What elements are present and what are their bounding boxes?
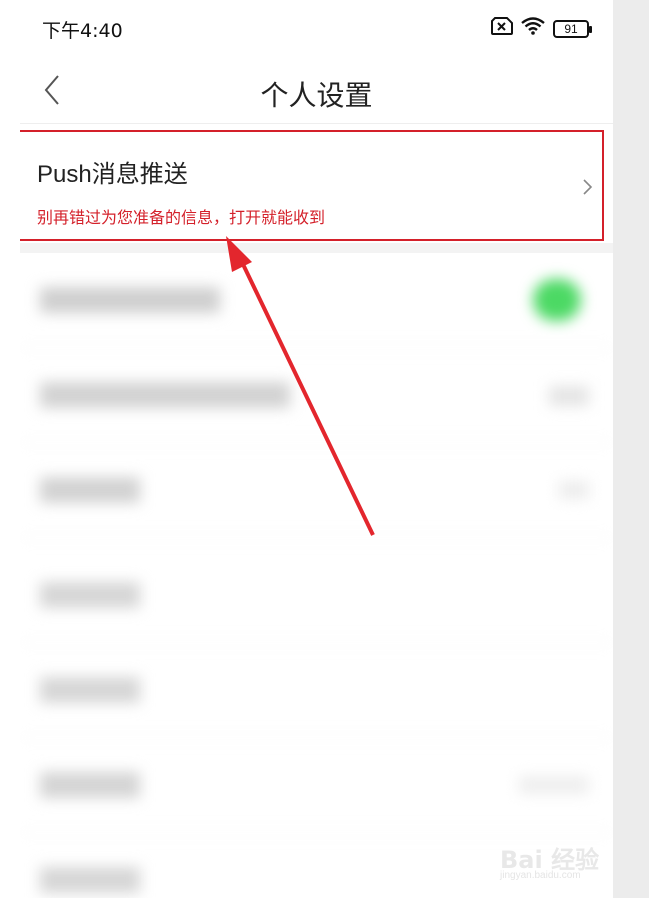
list-item-label	[40, 677, 140, 703]
phone-screen: 下午4:40 91 个人设置 Push消息推送 别再错过为您准备的信息，打开就能…	[20, 0, 613, 898]
section-divider	[20, 243, 613, 253]
list-item-label	[40, 772, 140, 798]
status-icons: 91	[491, 17, 592, 40]
list-item-label	[40, 382, 290, 408]
watermark-url: jingyan.baidu.com	[500, 870, 581, 881]
list-item-value	[559, 481, 589, 499]
left-margin	[0, 0, 20, 898]
list-item-label	[40, 477, 140, 503]
push-setting-title: Push消息推送	[37, 161, 188, 188]
list-item[interactable]	[20, 253, 613, 348]
blurred-settings-list	[20, 253, 613, 898]
list-item[interactable]	[20, 443, 613, 538]
list-item-label	[40, 867, 140, 893]
list-item-value	[549, 386, 589, 406]
status-bar: 下午4:40 91	[20, 0, 613, 56]
battery-icon: 91	[553, 19, 592, 38]
chevron-right-icon	[580, 178, 594, 196]
list-item-label	[40, 287, 220, 313]
list-item[interactable]	[20, 548, 613, 643]
list-item[interactable]	[20, 738, 613, 833]
push-setting-subtitle: 别再错过为您准备的信息，打开就能收到	[37, 210, 326, 227]
baidu-watermark: Bai 经验 jingyan.baidu.com	[500, 830, 620, 881]
toggle-switch[interactable]	[533, 279, 581, 321]
page-title: 个人设置	[260, 80, 373, 111]
list-item-value	[519, 776, 589, 794]
list-item[interactable]	[20, 643, 613, 738]
sim-disabled-icon	[491, 17, 513, 40]
list-item-label	[40, 582, 140, 608]
right-margin	[613, 0, 649, 898]
wifi-icon	[521, 17, 545, 40]
list-item[interactable]	[20, 348, 613, 443]
status-time: 下午4:40	[42, 20, 123, 42]
nav-bar: 个人设置	[20, 56, 613, 124]
push-setting-row[interactable]: Push消息推送 别再错过为您准备的信息，打开就能收到	[20, 130, 604, 241]
